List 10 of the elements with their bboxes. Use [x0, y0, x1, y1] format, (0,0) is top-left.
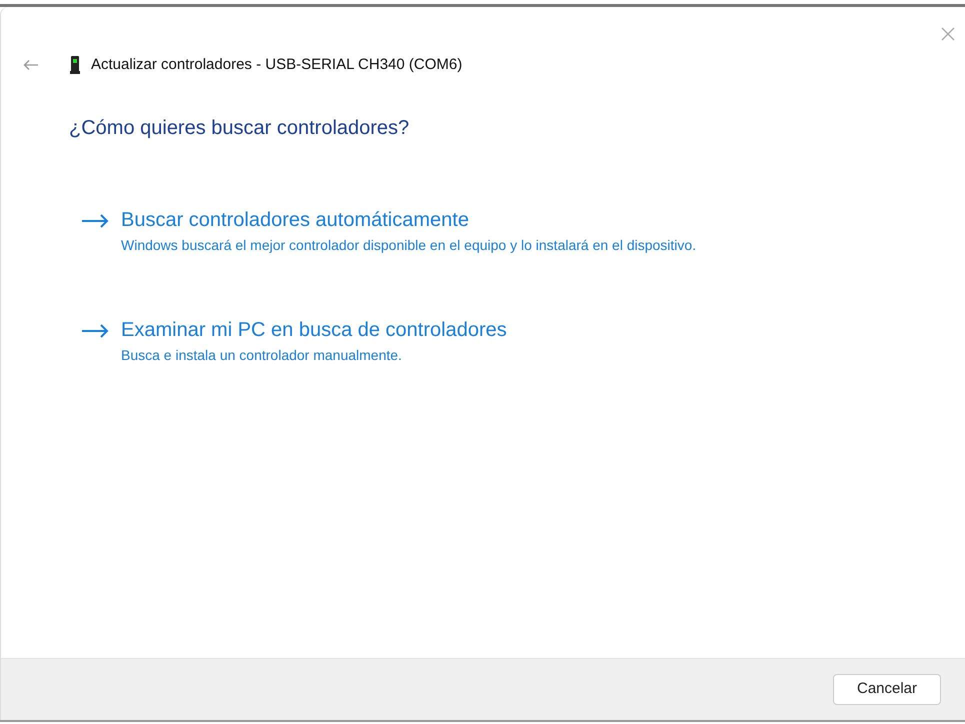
- window-title: Actualizar controladores - USB-SERIAL CH340 (COM6): [91, 54, 462, 75]
- option-link[interactable]: Examinar mi PC en busca de controladores Busca e instala un controlador manualmente.: [121, 317, 821, 365]
- close-icon: [941, 27, 955, 41]
- device-icon: [70, 56, 80, 74]
- arrow-icon: [81, 214, 109, 228]
- back-arrow-icon: [23, 59, 39, 71]
- cancel-button[interactable]: Cancelar: [833, 674, 941, 705]
- option-link[interactable]: Buscar controladores automáticamente Windows buscará el mejor controlador disponible en el equipo y lo instalará en el dispositivo.: [121, 207, 821, 255]
- arrow-icon: [81, 324, 109, 338]
- page-heading: ¿Cómo quieres buscar controladores?: [69, 116, 410, 141]
